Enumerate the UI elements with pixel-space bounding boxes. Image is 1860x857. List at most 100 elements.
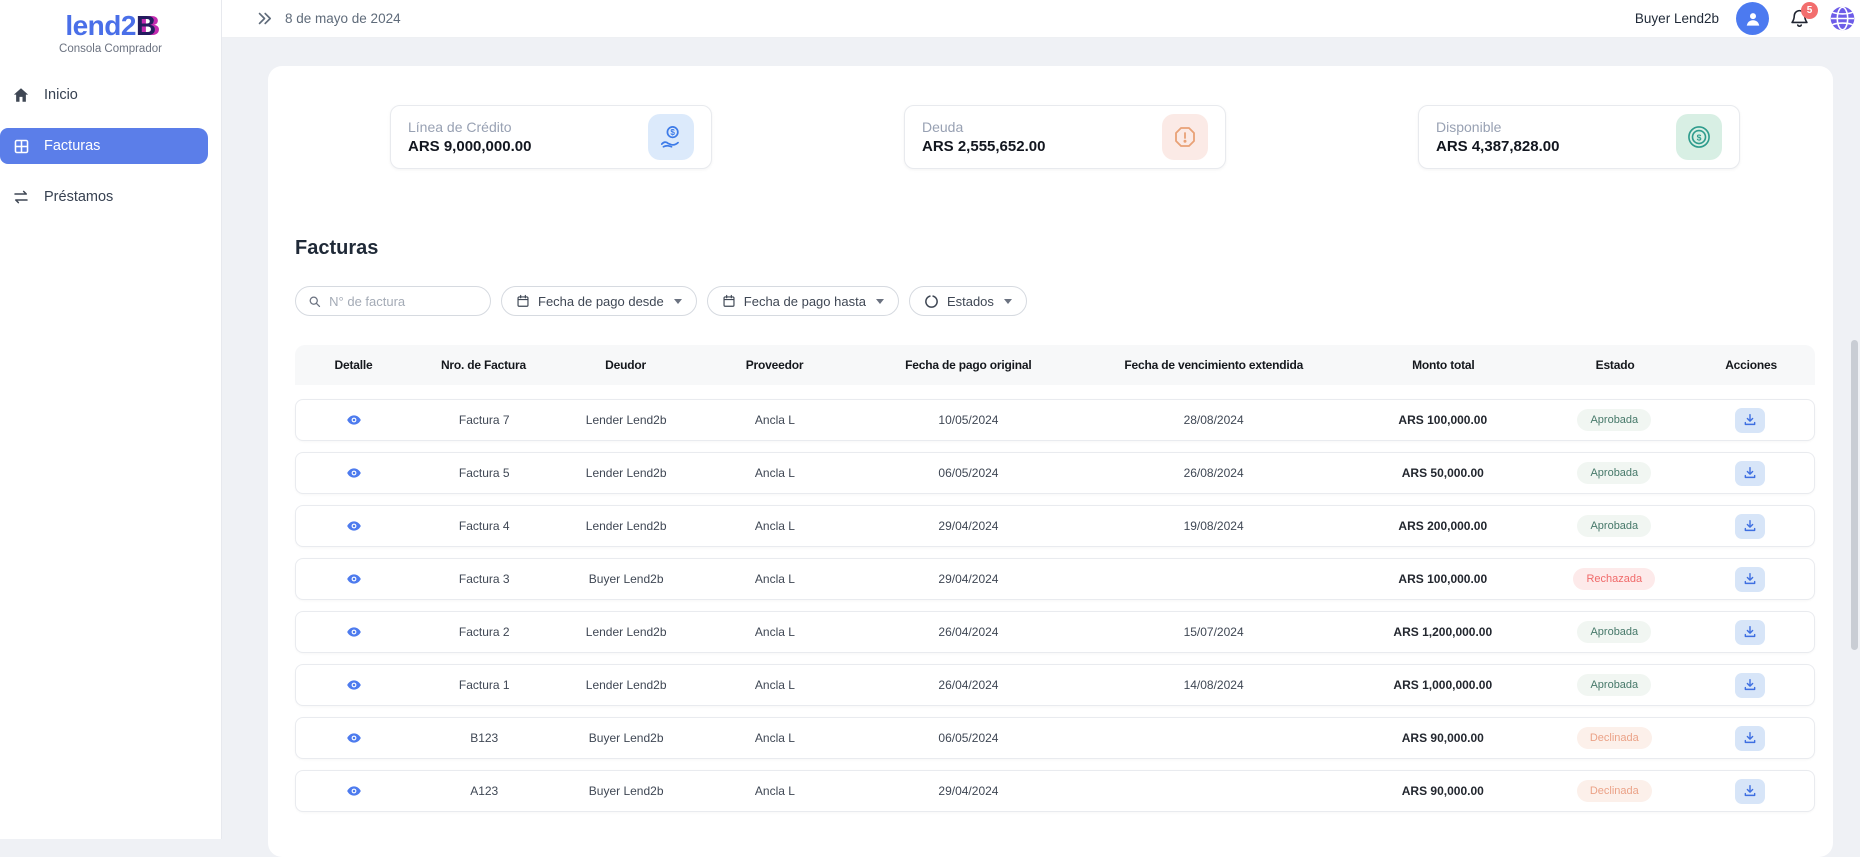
detail-cell bbox=[296, 463, 413, 484]
download-invoice-button[interactable] bbox=[1735, 461, 1765, 486]
amount-cell: ARS 1,200,000.00 bbox=[1343, 625, 1542, 639]
extended-date-cell: 28/08/2024 bbox=[1084, 413, 1344, 427]
download-invoice-button[interactable] bbox=[1735, 408, 1765, 433]
invoice-number-cell: B123 bbox=[413, 731, 556, 745]
notifications-button[interactable]: 5 bbox=[1786, 6, 1812, 32]
view-detail-button[interactable] bbox=[344, 410, 364, 430]
sidebar-nav: Inicio Facturas Préstamos bbox=[0, 77, 221, 215]
debtor-cell: Lender Lend2b bbox=[556, 466, 697, 480]
card-value: ARS 9,000,000.00 bbox=[408, 138, 531, 155]
amount-cell: ARS 200,000.00 bbox=[1343, 519, 1542, 533]
table-row: B123 Buyer Lend2b Ancla L 06/05/2024 ARS… bbox=[295, 717, 1815, 759]
eye-icon bbox=[346, 624, 362, 640]
coin-icon: $ bbox=[1676, 114, 1722, 160]
amount-cell: ARS 100,000.00 bbox=[1343, 413, 1542, 427]
detail-cell bbox=[296, 728, 413, 749]
chevron-down-icon bbox=[674, 299, 682, 304]
table-header-row: DetalleNro. de FacturaDeudorProveedorFec… bbox=[295, 345, 1815, 385]
column-header: Proveedor bbox=[696, 358, 853, 372]
brand-logo: lend2B Consola Comprador bbox=[0, 0, 221, 55]
debtor-cell: Buyer Lend2b bbox=[556, 784, 697, 798]
globe-icon bbox=[1829, 5, 1856, 32]
summary-cards: Línea de Crédito ARS 9,000,000.00 $ Deud… bbox=[390, 105, 1740, 169]
sidebar-collapse-toggle[interactable] bbox=[256, 10, 273, 27]
date-to-label: Fecha de pago hasta bbox=[744, 294, 866, 309]
language-globe-button[interactable] bbox=[1829, 5, 1856, 32]
table-row: Factura 7 Lender Lend2b Ancla L 10/05/20… bbox=[295, 399, 1815, 441]
download-invoice-button[interactable] bbox=[1735, 567, 1765, 592]
provider-cell: Ancla L bbox=[697, 413, 853, 427]
table-row: A123 Buyer Lend2b Ancla L 29/04/2024 ARS… bbox=[295, 770, 1815, 812]
original-date-cell: 06/05/2024 bbox=[853, 466, 1084, 480]
vertical-scrollbar[interactable] bbox=[1851, 340, 1858, 650]
search-icon bbox=[308, 294, 321, 309]
amount-cell: ARS 90,000.00 bbox=[1343, 731, 1542, 745]
original-date-cell: 29/04/2024 bbox=[853, 784, 1084, 798]
download-invoice-button[interactable] bbox=[1735, 726, 1765, 751]
status-cell: Declinada bbox=[1542, 727, 1686, 749]
invoice-number-cell: Factura 1 bbox=[413, 678, 556, 692]
sidebar-item-facturas[interactable]: Facturas bbox=[0, 128, 208, 164]
column-header: Estado bbox=[1543, 358, 1687, 372]
eye-icon bbox=[346, 677, 362, 693]
debtor-cell: Buyer Lend2b bbox=[556, 572, 697, 586]
amount-cell: ARS 90,000.00 bbox=[1343, 784, 1542, 798]
view-detail-button[interactable] bbox=[344, 622, 364, 642]
view-detail-button[interactable] bbox=[344, 781, 364, 801]
download-invoice-button[interactable] bbox=[1735, 673, 1765, 698]
detail-cell bbox=[296, 622, 413, 643]
card-value: ARS 4,387,828.00 bbox=[1436, 138, 1559, 155]
brand-subtitle: Consola Comprador bbox=[0, 43, 221, 55]
amount-cell: ARS 50,000.00 bbox=[1343, 466, 1542, 480]
brand-name-primary: lend2 bbox=[65, 10, 136, 41]
view-detail-button[interactable] bbox=[344, 516, 364, 536]
original-date-cell: 26/04/2024 bbox=[853, 625, 1084, 639]
card-title: Disponible bbox=[1436, 119, 1559, 135]
provider-cell: Ancla L bbox=[697, 784, 853, 798]
provider-cell: Ancla L bbox=[697, 519, 853, 533]
date-from-filter[interactable]: Fecha de pago desde bbox=[501, 286, 697, 316]
download-icon bbox=[1743, 731, 1757, 745]
provider-cell: Ancla L bbox=[697, 731, 853, 745]
original-date-cell: 10/05/2024 bbox=[853, 413, 1084, 427]
actions-cell bbox=[1686, 408, 1814, 433]
column-header: Detalle bbox=[295, 358, 412, 372]
user-avatar[interactable] bbox=[1736, 2, 1769, 35]
date-to-filter[interactable]: Fecha de pago hasta bbox=[707, 286, 899, 316]
invoice-search-input[interactable] bbox=[329, 294, 478, 309]
status-cell: Aprobada bbox=[1542, 621, 1686, 643]
invoice-number-cell: A123 bbox=[413, 784, 556, 798]
column-header: Acciones bbox=[1687, 358, 1815, 372]
detail-cell bbox=[296, 569, 413, 590]
person-icon bbox=[1743, 9, 1763, 29]
status-circle-icon bbox=[924, 294, 939, 309]
card-value: ARS 2,555,652.00 bbox=[922, 138, 1045, 155]
invoice-filters: Fecha de pago desde Fecha de pago hasta … bbox=[295, 286, 1833, 316]
view-detail-button[interactable] bbox=[344, 675, 364, 695]
column-header: Fecha de pago original bbox=[853, 358, 1084, 372]
debtor-cell: Lender Lend2b bbox=[556, 625, 697, 639]
home-icon bbox=[11, 85, 31, 105]
sidebar-item-inicio[interactable]: Inicio bbox=[0, 77, 221, 113]
svg-text:$: $ bbox=[1697, 132, 1702, 142]
eye-icon bbox=[346, 783, 362, 799]
download-invoice-button[interactable] bbox=[1735, 620, 1765, 645]
alert-octagon-icon bbox=[1162, 114, 1208, 160]
invoice-search[interactable] bbox=[295, 286, 491, 316]
double-chevron-right-icon bbox=[256, 10, 273, 27]
download-invoice-button[interactable] bbox=[1735, 514, 1765, 539]
invoice-number-cell: Factura 2 bbox=[413, 625, 556, 639]
states-filter[interactable]: Estados bbox=[909, 286, 1027, 316]
invoices-table: DetalleNro. de FacturaDeudorProveedorFec… bbox=[295, 345, 1815, 812]
view-detail-button[interactable] bbox=[344, 728, 364, 748]
sidebar-item-prestamos[interactable]: Préstamos bbox=[0, 179, 221, 215]
original-date-cell: 26/04/2024 bbox=[853, 678, 1084, 692]
view-detail-button[interactable] bbox=[344, 463, 364, 483]
view-detail-button[interactable] bbox=[344, 569, 364, 589]
actions-cell bbox=[1686, 620, 1814, 645]
provider-cell: Ancla L bbox=[697, 678, 853, 692]
hand-coin-icon: $ bbox=[648, 114, 694, 160]
status-cell: Aprobada bbox=[1542, 515, 1686, 537]
download-invoice-button[interactable] bbox=[1735, 779, 1765, 804]
eye-icon bbox=[346, 465, 362, 481]
